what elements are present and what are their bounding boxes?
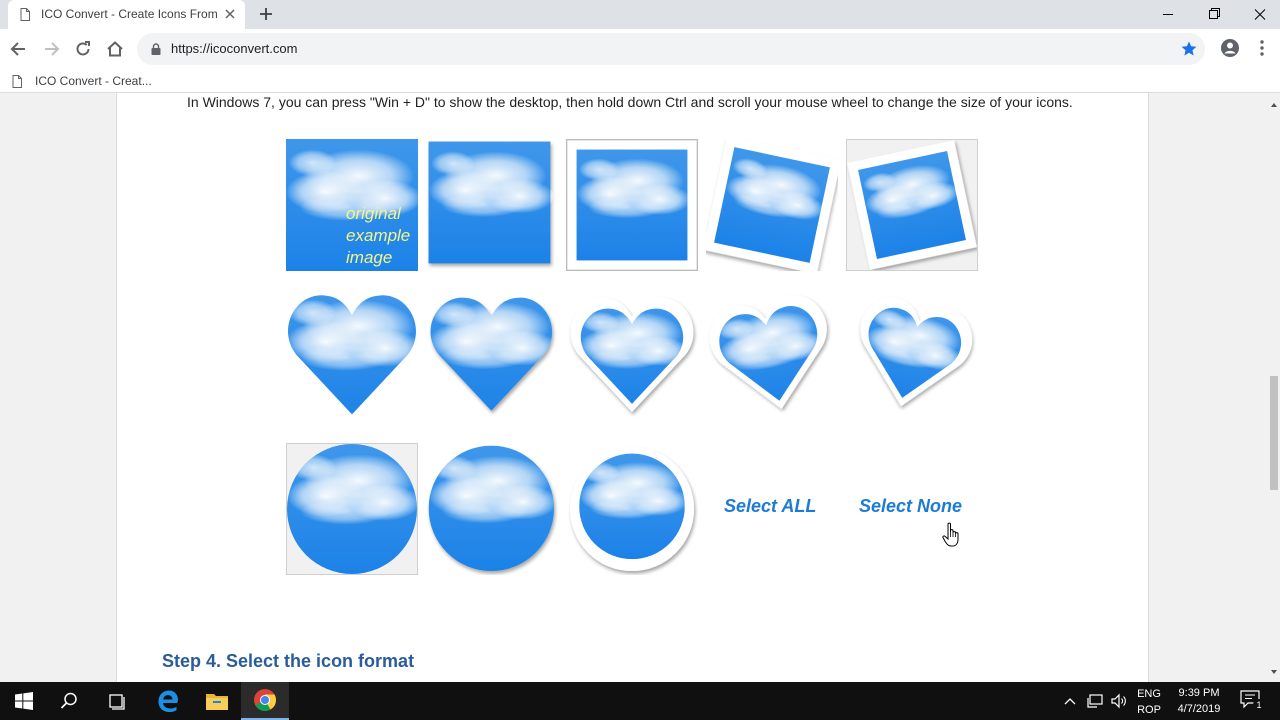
reload-icon[interactable] <box>73 39 93 59</box>
page-icon <box>12 74 22 88</box>
heart-image <box>570 297 694 413</box>
show-hidden-icons-icon[interactable] <box>1063 692 1077 710</box>
keyboard-layout-code: ROP <box>1137 704 1161 716</box>
new-tab-icon[interactable] <box>257 5 275 23</box>
select-none-link[interactable]: Select None <box>859 496 962 517</box>
browser-tab[interactable]: ICO Convert - Create Icons From <box>8 0 245 29</box>
profile-icon[interactable] <box>1220 38 1240 58</box>
style-option-square-tilted[interactable] <box>706 139 838 271</box>
back-icon[interactable] <box>9 39 29 59</box>
style-option-heart-border[interactable] <box>566 289 698 421</box>
browser-toolbar: https://icoconvert.com <box>0 29 1280 69</box>
style-option-heart-tilted-left[interactable] <box>706 289 838 421</box>
sky-image <box>706 139 838 271</box>
restore-icon[interactable] <box>1191 0 1237 29</box>
url-text[interactable]: https://icoconvert.com <box>171 41 297 56</box>
style-option-square-border[interactable] <box>566 139 698 271</box>
forward-icon[interactable] <box>41 39 61 59</box>
language-code: ENG <box>1137 688 1161 700</box>
style-option-original[interactable]: original example image <box>286 139 418 271</box>
close-window-icon[interactable] <box>1237 0 1280 29</box>
start-button[interactable] <box>0 682 48 720</box>
minimize-icon[interactable] <box>1145 0 1191 29</box>
menu-icon[interactable] <box>1255 38 1269 58</box>
notification-count-badge: 1 <box>1253 699 1265 711</box>
hand-cursor-icon <box>942 522 959 547</box>
sky-image <box>566 139 698 271</box>
edge-icon <box>158 690 178 712</box>
circle-image <box>569 446 695 572</box>
heart-image <box>709 295 828 410</box>
bookmark-item[interactable]: ICO Convert - Creat... <box>12 73 152 89</box>
scroll-up-arrow-icon[interactable] <box>1271 103 1277 107</box>
style-option-heart-tilted-right[interactable] <box>846 289 978 421</box>
original-label-line: original <box>346 204 401 223</box>
original-label-line: example <box>346 226 411 245</box>
chrome-button[interactable] <box>241 682 289 720</box>
page-scrollbar[interactable] <box>1268 93 1280 682</box>
language-indicator[interactable]: ENG ROP <box>1134 686 1164 718</box>
circle-image <box>287 444 417 574</box>
bookmark-star-icon[interactable] <box>1180 40 1198 58</box>
page-icon <box>20 8 30 21</box>
intro-text: In Windows 7, you can press "Win + D" to… <box>187 94 1073 110</box>
volume-icon[interactable] <box>1110 692 1128 710</box>
style-option-heart-shadow[interactable] <box>426 289 558 421</box>
chrome-icon <box>254 689 276 711</box>
edge-button[interactable] <box>144 682 192 720</box>
home-icon[interactable] <box>105 39 125 59</box>
browser-titlebar: ICO Convert - Create Icons From <box>0 0 1280 29</box>
search-button[interactable] <box>45 682 93 720</box>
step-4-heading: Step 4. Select the icon format <box>162 651 415 671</box>
heart-image <box>856 297 973 408</box>
clock[interactable]: 9:39 PM 4/7/2019 <box>1170 685 1228 717</box>
windows-taskbar: ENG ROP 9:39 PM 4/7/2019 1 <box>0 682 1280 720</box>
search-icon <box>60 692 77 709</box>
task-view-button[interactable] <box>93 682 141 720</box>
page-content: In Windows 7, you can press "Win + D" to… <box>116 93 1149 682</box>
sky-image <box>428 141 555 264</box>
address-bar[interactable]: https://icoconvert.com <box>137 33 1205 65</box>
scroll-down-arrow-icon[interactable] <box>1271 670 1277 674</box>
heart-image <box>430 297 553 411</box>
original-example-label: original example image <box>346 203 410 269</box>
original-label-line: image <box>346 248 393 267</box>
style-option-circle-selected[interactable] <box>286 443 418 575</box>
style-option-circle-border[interactable] <box>566 443 698 575</box>
file-explorer-button[interactable] <box>193 682 241 720</box>
style-option-heart[interactable] <box>286 289 418 421</box>
style-option-square-shadow[interactable] <box>426 139 558 271</box>
clock-date: 4/7/2019 <box>1177 703 1221 715</box>
select-all-link[interactable]: Select ALL <box>724 496 816 517</box>
style-option-circle-shadow[interactable] <box>426 443 558 575</box>
page-viewport: In Windows 7, you can press "Win + D" to… <box>0 93 1268 682</box>
lock-icon[interactable] <box>151 43 161 55</box>
clock-time: 9:39 PM <box>1178 687 1220 699</box>
bookmark-label[interactable]: ICO Convert - Creat... <box>35 74 152 88</box>
folder-icon <box>206 694 228 710</box>
style-option-square-tilted-selected[interactable] <box>846 139 978 271</box>
circle-image <box>428 445 555 572</box>
tab-title: ICO Convert - Create Icons From <box>41 7 218 21</box>
scrollbar-thumb[interactable] <box>1270 376 1278 490</box>
heart-image <box>288 295 416 415</box>
close-tab-icon[interactable] <box>222 6 238 22</box>
sky-image <box>847 140 977 270</box>
bookmarks-bar: ICO Convert - Creat... <box>0 69 1280 93</box>
network-icon[interactable] <box>1086 692 1104 710</box>
task-view-icon <box>109 694 125 710</box>
windows-logo-icon <box>15 692 33 710</box>
action-center-button[interactable]: 1 <box>1240 690 1265 712</box>
